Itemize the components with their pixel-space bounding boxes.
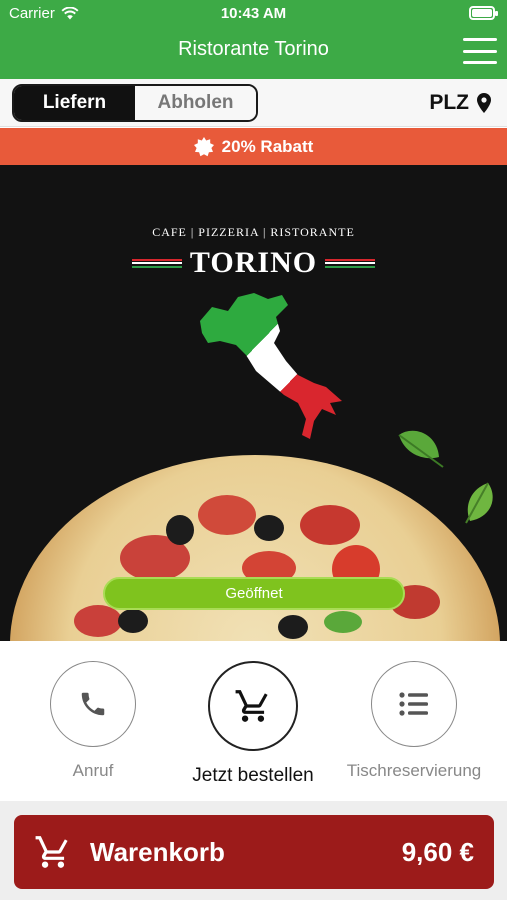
battery-icon: [469, 6, 498, 20]
restaurant-logo: CAFE | PIZZERIA | RISTORANTE TORINO: [0, 225, 507, 280]
list-icon: [399, 692, 428, 716]
discount-badge-icon: [193, 136, 214, 156]
cart-button[interactable]: Warenkorb 9,60 €: [14, 815, 494, 889]
hero-image: CAFE | PIZZERIA | RISTORANTE TORINO Geöf…: [0, 165, 507, 641]
status-time: 10:43 AM: [220, 5, 287, 22]
hamburger-menu-icon[interactable]: [463, 38, 497, 64]
cart-total: 9,60 €: [401, 836, 474, 867]
flag-stripe-left: [131, 258, 182, 268]
postcode-button[interactable]: PLZ: [429, 91, 491, 115]
call-action[interactable]: Anruf: [18, 661, 168, 781]
page-title: Ristorante Torino: [178, 38, 329, 60]
open-status-badge[interactable]: Geöffnet: [103, 577, 405, 610]
cart-label: Warenkorb: [90, 836, 225, 867]
order-mode-toggle: Liefern Abholen: [12, 84, 258, 122]
cart-icon: [35, 836, 68, 868]
discount-text: 20% Rabatt: [221, 136, 314, 156]
call-label: Anruf: [72, 761, 114, 780]
italy-map-icon: [200, 293, 342, 439]
mode-option-delivery[interactable]: Liefern: [14, 86, 135, 120]
discount-banner[interactable]: 20% Rabatt: [0, 128, 507, 165]
cart-bar: Warenkorb 9,60 €: [0, 801, 507, 900]
postcode-label: PLZ: [429, 91, 469, 114]
table-reservation-action[interactable]: Tischreservierung: [339, 661, 489, 781]
quick-actions: Anruf Jetzt bestellen Tischreservierung: [0, 641, 507, 801]
basil-leaf-icon: [465, 482, 493, 524]
phone-icon: [81, 692, 105, 716]
open-status-label: Geöffnet: [225, 585, 283, 602]
table-reservation-label: Tischreservierung: [346, 761, 482, 780]
flag-stripe-right: [325, 258, 376, 268]
location-pin-icon: [477, 93, 491, 113]
order-now-action[interactable]: Jetzt bestellen: [178, 661, 328, 787]
pizza-image: [10, 455, 500, 641]
order-now-button[interactable]: [208, 661, 298, 751]
order-mode-row: Liefern Abholen PLZ: [0, 79, 507, 127]
table-reservation-button[interactable]: [371, 661, 457, 747]
brand-name: TORINO: [189, 246, 318, 279]
mode-option-pickup[interactable]: Abholen: [135, 86, 256, 120]
order-now-label: Jetzt bestellen: [192, 765, 314, 786]
status-bar: Carrier 10:43 AM: [0, 0, 507, 28]
cart-icon: [235, 690, 268, 722]
call-button[interactable]: [50, 661, 136, 747]
basil-leaf-icon: [398, 430, 444, 468]
brand-tagline: CAFE | PIZZERIA | RISTORANTE: [152, 225, 355, 239]
app-header: Carrier 10:43 AM Ristorante Torino: [0, 0, 507, 79]
